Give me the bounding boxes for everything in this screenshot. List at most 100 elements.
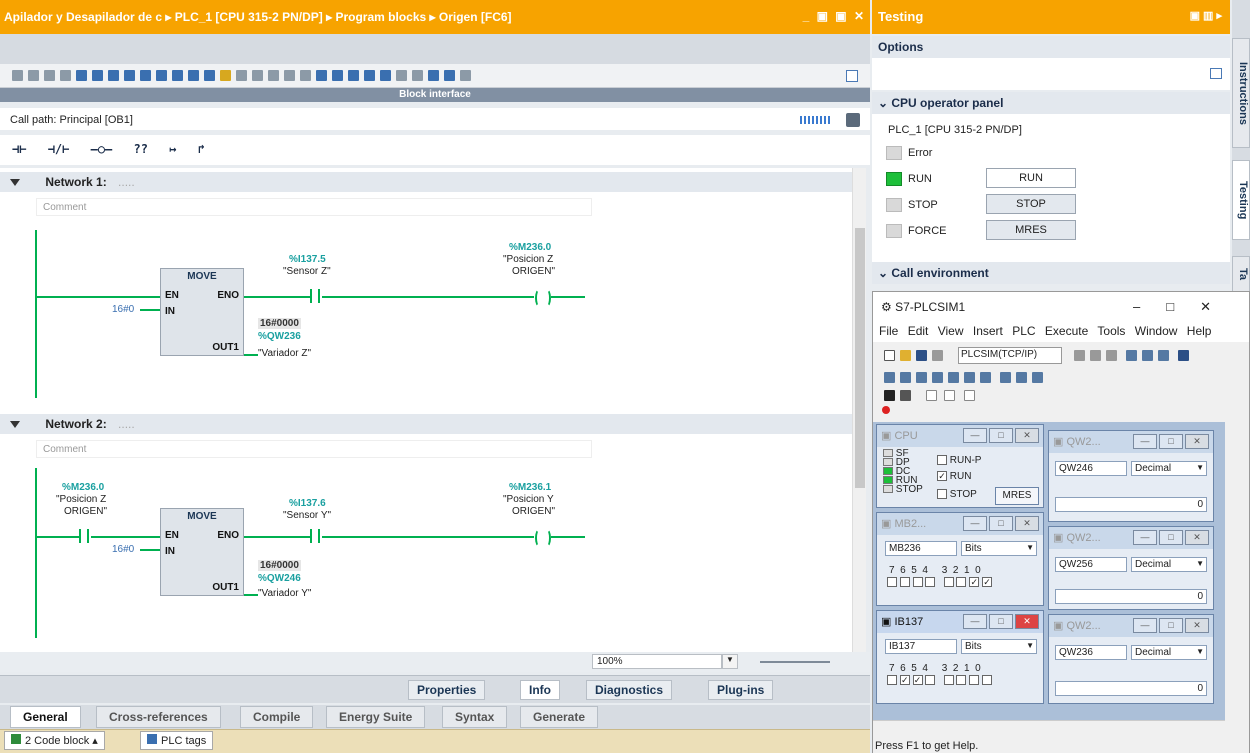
ib-format-select[interactable]: Bits [961, 639, 1037, 654]
tab-plugins[interactable]: Plug-ins [708, 680, 774, 700]
editor-vertical-scrollbar[interactable] [852, 168, 866, 653]
ib-address-field[interactable]: IB137 [885, 639, 957, 654]
qw-format-select[interactable]: Decimal [1131, 557, 1207, 572]
menu-edit[interactable]: Edit [908, 324, 929, 338]
ib-window-title[interactable]: ▣ IB137 — □ ✕ [877, 611, 1043, 633]
cpu-operator-panel-header[interactable]: ⌄ CPU operator panel [872, 92, 1230, 114]
move-block[interactable]: MOVE EN ENO IN OUT1 [160, 508, 244, 596]
mb-window[interactable]: ▣ MB2... —□✕ MB236 Bits 7 6 5 4 3 2 1 0 … [876, 512, 1044, 606]
side-tab-tasks[interactable]: Ta [1232, 256, 1250, 292]
insert-vertical-bits-icon[interactable] [980, 372, 991, 383]
bit-checkbox[interactable] [887, 675, 897, 686]
coil-posicion-z[interactable] [535, 289, 551, 307]
tab-syntax[interactable]: Syntax [442, 706, 508, 728]
toolbar-icon[interactable] [76, 70, 87, 81]
chevron-down-icon[interactable]: ⌄ [878, 96, 891, 110]
nc-contact-icon[interactable]: ⊣/⊢ [48, 142, 70, 156]
tab-generate[interactable]: Generate [520, 706, 599, 728]
contact-sensor-z[interactable] [310, 289, 320, 303]
options-toggle-icon[interactable] [1210, 68, 1222, 79]
toolbar-icon[interactable] [348, 70, 359, 81]
save-icon[interactable] [916, 350, 927, 361]
insert-output-icon[interactable] [900, 372, 911, 383]
bit-checkbox[interactable] [969, 675, 980, 686]
insert-input-icon[interactable] [884, 372, 895, 383]
qw-window-title[interactable]: ▣ QW2... — □ ✕ [1049, 527, 1213, 549]
tab-energy-suite[interactable]: Energy Suite [326, 706, 426, 728]
in-value[interactable]: 16#0 [112, 544, 134, 555]
toolbar-icon[interactable] [124, 70, 135, 81]
call-environment-header[interactable]: ⌄ Call environment [872, 262, 1230, 284]
in-value[interactable]: 16#0 [112, 304, 134, 315]
contact-address[interactable]: %I137.5 [289, 254, 326, 265]
plcsim-horizontal-scrollbar[interactable] [873, 720, 1225, 738]
run-button[interactable]: RUN [986, 168, 1076, 188]
toolbar-icon[interactable] [44, 70, 55, 81]
insert-timer-icon[interactable] [932, 372, 943, 383]
contact-sensor-y[interactable] [310, 529, 320, 543]
menu-execute[interactable]: Execute [1045, 324, 1088, 338]
bit-checkbox[interactable]: ✓ [969, 577, 980, 588]
run-option[interactable]: ✓ RUN [937, 471, 971, 482]
ladder-editor[interactable]: Network 1: ..... Comment MOVE EN ENO IN … [0, 168, 852, 653]
insert-marker-icon[interactable] [916, 372, 927, 383]
tab-info[interactable]: Info [520, 680, 560, 700]
network-2-header[interactable]: Network 2: ..... [0, 414, 852, 434]
maximize-button[interactable]: □ [1159, 530, 1183, 545]
bit-checkbox[interactable]: ✓ [982, 577, 993, 588]
toolbar-icon[interactable] [252, 70, 263, 81]
toolbar-icon[interactable] [460, 70, 471, 81]
insert-stack-icon[interactable] [1000, 372, 1011, 383]
stop-button[interactable]: STOP [986, 194, 1076, 214]
toolbar-icon[interactable] [204, 70, 215, 81]
menu-insert[interactable]: Insert [973, 324, 1003, 338]
plcsim-window-controls[interactable]: –□✕ [1133, 299, 1237, 315]
toolbar-icon[interactable] [220, 70, 231, 81]
qw-value-field[interactable]: 0 [1055, 681, 1207, 696]
zoom-select[interactable]: 100% [592, 654, 722, 669]
options-header[interactable]: Options [872, 36, 1230, 58]
toolbar-icon[interactable] [332, 70, 343, 81]
tab-general[interactable]: General [10, 706, 81, 728]
run-checkbox[interactable]: ✓ [937, 471, 947, 482]
open-branch-icon[interactable]: ↦ [169, 142, 176, 156]
task-plc-tags[interactable]: PLC tags [140, 731, 214, 750]
close-button[interactable]: ✕ [1185, 434, 1209, 449]
toolbar-icon[interactable] [364, 70, 375, 81]
run-p-checkbox[interactable] [937, 455, 947, 466]
coil-posicion-y[interactable] [535, 529, 551, 547]
cut-icon[interactable] [1074, 350, 1085, 361]
toolbar-icon[interactable] [156, 70, 167, 81]
qw246-window[interactable]: ▣ QW2... —□✕ QW246 Decimal 0 [1048, 430, 1214, 522]
help-icon[interactable] [1178, 350, 1189, 361]
bit-checkbox[interactable] [956, 577, 967, 588]
qw-window-title[interactable]: ▣ QW2... — □ ✕ [1049, 431, 1213, 453]
toolbar-icon[interactable] [108, 70, 119, 81]
maximize-button[interactable]: □ [989, 428, 1013, 443]
mres-button[interactable]: MRES [986, 220, 1076, 240]
close-button[interactable]: ✕ [1015, 516, 1039, 531]
new-file-icon[interactable] [884, 350, 895, 361]
qw-address-field[interactable]: QW236 [1055, 645, 1127, 660]
out-address[interactable]: %QW236 [258, 331, 301, 342]
maximize-button[interactable]: □ [1159, 618, 1183, 633]
bit-checkbox[interactable]: ✓ [899, 675, 910, 686]
coil-icon[interactable]: –○– [91, 142, 113, 156]
tab-compile[interactable]: Compile [240, 706, 314, 728]
bit-checkbox[interactable] [925, 675, 936, 686]
tab-properties[interactable]: Properties [408, 680, 486, 700]
toolbar-icon[interactable] [92, 70, 103, 81]
move-block[interactable]: MOVE EN ENO IN OUT1 [160, 268, 244, 356]
qw-format-select[interactable]: Decimal [1131, 645, 1207, 660]
no-contact-icon[interactable]: ⊣⊢ [12, 142, 26, 156]
menu-file[interactable]: File [879, 324, 898, 338]
close-button[interactable]: ✕ [1015, 428, 1039, 443]
toolbar-icon[interactable] [140, 70, 151, 81]
menu-tools[interactable]: Tools [1097, 324, 1125, 338]
window-cascade-icon[interactable] [1142, 350, 1153, 361]
pin-icon[interactable] [1158, 350, 1169, 361]
open-folder-icon[interactable] [900, 350, 911, 361]
bit-checkbox[interactable] [887, 577, 897, 588]
view-toggle-icon[interactable] [846, 70, 858, 82]
qw256-window[interactable]: ▣ QW2... —□✕ QW256 Decimal 0 [1048, 526, 1214, 610]
